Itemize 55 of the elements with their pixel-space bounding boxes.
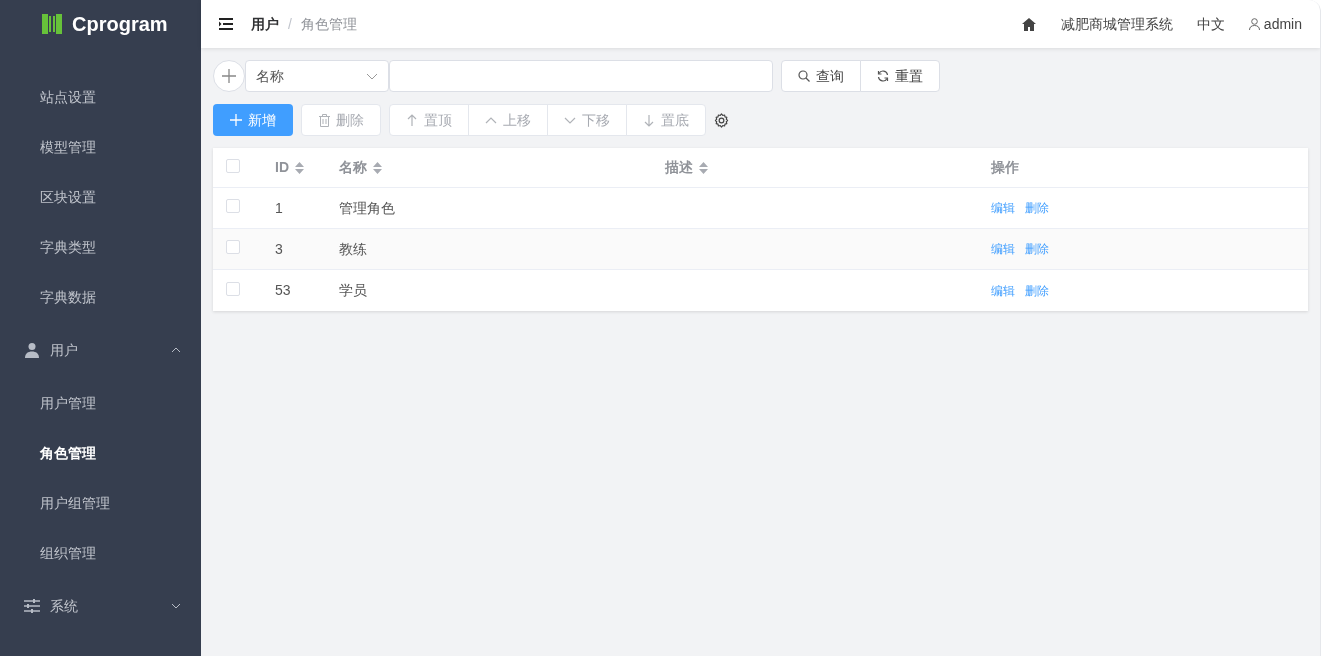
menu-group-label: 系统 — [50, 596, 79, 616]
logo-icon — [40, 12, 64, 36]
home-icon[interactable] — [1021, 17, 1036, 31]
search-icon — [798, 70, 810, 82]
menu-item[interactable]: 用户组管理 — [0, 478, 201, 528]
user-menu[interactable]: admin — [1248, 13, 1302, 35]
table-cell: 管理角色 — [339, 199, 395, 216]
table-cell: 教练 — [339, 240, 367, 257]
settings-icon[interactable] — [714, 112, 729, 128]
menu-item[interactable]: 组织管理 — [0, 528, 201, 578]
menu-item[interactable]: 字典数据 — [0, 272, 201, 322]
column-header: 操作 — [991, 158, 1019, 177]
menu-group-label: 用户 — [50, 340, 79, 360]
table-cell: 学员 — [339, 282, 367, 298]
sort-icon[interactable] — [373, 161, 382, 174]
menu-icon[interactable] — [219, 18, 233, 30]
breadcrumb-link[interactable]: 用户 — [251, 13, 279, 35]
table-cell: 3 — [275, 240, 283, 257]
person-icon — [24, 342, 40, 358]
arrow-up-icon — [406, 113, 418, 127]
menu-item[interactable]: 模型管理 — [0, 122, 201, 172]
username: admin — [1263, 14, 1302, 34]
logo-text: Cprogram — [72, 12, 168, 37]
breadcrumb-current: 角色管理 — [300, 14, 357, 34]
chevron-down-icon — [366, 72, 378, 80]
search-input[interactable] — [389, 60, 773, 92]
menu-item[interactable]: 站点设置 — [0, 72, 201, 122]
menu-group[interactable]: 系统 — [0, 578, 201, 634]
menu-item[interactable]: 字典类型 — [0, 222, 201, 272]
sliders-icon — [24, 599, 40, 613]
menu-group[interactable]: 用户 — [0, 322, 201, 378]
checkbox[interactable] — [226, 240, 240, 254]
menu-item[interactable]: 区块设置 — [0, 172, 201, 222]
sort-icon[interactable] — [295, 161, 304, 174]
system-name-link[interactable]: 减肥商城管理系统 — [1060, 13, 1173, 35]
trash-icon — [318, 113, 330, 127]
checkbox[interactable] — [226, 199, 240, 213]
language-menu[interactable]: 中文 — [1196, 13, 1225, 35]
checkbox[interactable] — [226, 158, 240, 173]
add-condition-button[interactable] — [213, 60, 245, 92]
sort-icon[interactable] — [699, 161, 708, 174]
plus-icon — [230, 114, 242, 126]
refresh-icon — [877, 70, 889, 82]
plus-icon — [222, 69, 236, 83]
menu-item[interactable]: 用户管理 — [0, 378, 201, 428]
arrow-down-icon — [643, 113, 655, 127]
reset-button[interactable]: 重置 — [860, 60, 940, 92]
checkbox[interactable] — [226, 281, 240, 296]
breadcrumb-separator: / — [288, 14, 292, 34]
user-icon — [1248, 18, 1260, 30]
field-select[interactable]: 名称 — [245, 60, 389, 92]
search-button[interactable]: 查询 — [781, 60, 861, 92]
table-cell: 53 — [275, 282, 291, 298]
menu-item[interactable]: 角色管理 — [0, 428, 201, 478]
table-cell: 1 — [275, 199, 283, 216]
